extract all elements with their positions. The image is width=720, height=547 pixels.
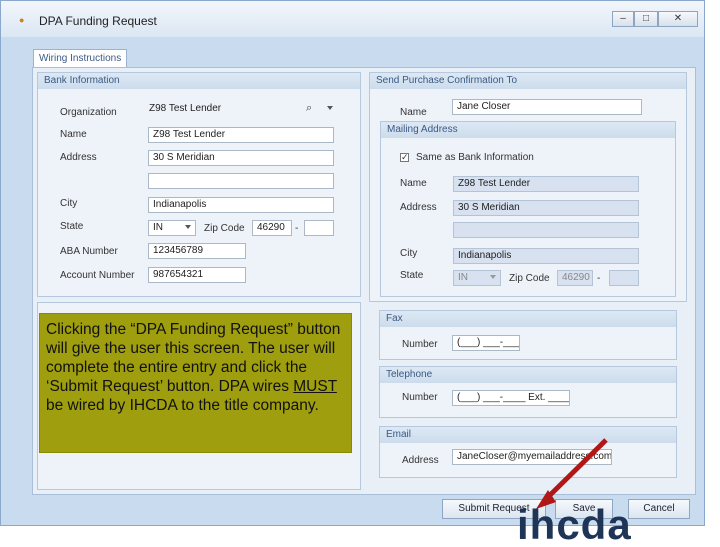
minimize-button[interactable]: – <box>612 11 634 27</box>
organization-combobox[interactable]: Z98 Test Lender ⌕ <box>144 101 338 117</box>
confirmation-name-label: Name <box>400 107 427 118</box>
email-address-input[interactable]: JaneCloser@myemailaddress.com <box>452 449 612 465</box>
bank-information-group: Bank Information Organization Z98 Test L… <box>37 72 361 297</box>
instruction-text: Clicking the “DPA Funding Request” butto… <box>46 320 345 415</box>
instruction-callout: Clicking the “DPA Funding Request” butto… <box>39 313 352 453</box>
bank-zip-input[interactable]: 46290 <box>252 220 292 236</box>
account-number-label: Account Number <box>60 270 135 281</box>
fax-number-input[interactable]: (___) ___-____ <box>452 335 520 351</box>
chevron-down-icon[interactable] <box>490 275 496 279</box>
mailing-city-input[interactable]: Indianapolis <box>453 248 639 264</box>
chevron-down-icon[interactable] <box>327 106 333 110</box>
account-number-input[interactable]: 987654321 <box>148 267 246 283</box>
fax-group: Fax Number (___) ___-____ <box>379 310 677 360</box>
city-label: City <box>60 198 78 209</box>
mailing-name-label: Name <box>400 178 427 189</box>
address-label: Address <box>60 152 97 163</box>
search-icon[interactable]: ⌕ <box>306 102 312 115</box>
bank-zip-ext-input[interactable] <box>304 220 334 236</box>
email-group: Email Address JaneCloser@myemailaddress.… <box>379 426 677 478</box>
instruction-emphasis: MUST <box>293 378 337 395</box>
organization-label: Organization <box>60 107 117 118</box>
telephone-number-label: Number <box>402 392 438 403</box>
aba-number-input[interactable]: 123456789 <box>148 243 246 259</box>
mailing-zip-input[interactable]: 46290 <box>557 270 593 286</box>
mailing-state-value: IN <box>458 272 468 283</box>
mailing-city-label: City <box>400 248 418 259</box>
email-address-label: Address <box>402 455 439 466</box>
bank-name-input[interactable]: Z98 Test Lender <box>148 127 334 143</box>
fax-number-label: Number <box>402 339 438 350</box>
purchase-confirmation-group: Send Purchase Confirmation To Name Jane … <box>369 72 687 302</box>
mailing-zip-separator: - <box>597 273 601 284</box>
mailing-zip-label: Zip Code <box>509 273 550 284</box>
bank-information-heading: Bank Information <box>38 73 360 89</box>
telephone-number-input[interactable]: (___) ___-____ Ext. _____ <box>452 390 570 406</box>
telephone-heading: Telephone <box>380 367 676 383</box>
same-as-bank-checkbox[interactable]: ✓ <box>400 153 409 162</box>
purchase-confirmation-heading: Send Purchase Confirmation To <box>370 73 686 89</box>
bank-address2-input[interactable] <box>148 173 334 189</box>
close-button[interactable]: ✕ <box>658 11 698 27</box>
same-as-bank-label: Same as Bank Information <box>416 152 534 163</box>
aba-number-label: ABA Number <box>60 246 118 257</box>
mailing-address-heading: Mailing Address <box>381 122 675 138</box>
organization-value: Z98 Test Lender <box>149 103 222 114</box>
brand-logo: ihcda <box>517 505 632 541</box>
title-bar[interactable]: ● DPA Funding Request – □ ✕ <box>1 1 704 37</box>
fax-heading: Fax <box>380 311 676 327</box>
telephone-group: Telephone Number (___) ___-____ Ext. ___… <box>379 366 677 418</box>
mailing-zip-ext-input[interactable] <box>609 270 639 286</box>
name-label: Name <box>60 129 87 140</box>
app-icon: ● <box>19 15 25 25</box>
window-title: DPA Funding Request <box>39 14 157 28</box>
mailing-state-select[interactable]: IN <box>453 270 501 286</box>
instruction-text-part2: be wired by IHCDA to the title company. <box>46 397 319 414</box>
state-label: State <box>60 221 84 232</box>
mailing-address-group: Mailing Address ✓ Same as Bank Informati… <box>380 121 676 297</box>
cancel-button[interactable]: Cancel <box>628 499 690 519</box>
mailing-address2-input[interactable] <box>453 222 639 238</box>
tab-wiring-instructions[interactable]: Wiring Instructions <box>33 49 127 67</box>
zip-separator: - <box>295 223 299 234</box>
bank-city-input[interactable]: Indianapolis <box>148 197 334 213</box>
confirmation-name-input[interactable]: Jane Closer <box>452 99 642 115</box>
mailing-address1-input[interactable]: 30 S Meridian <box>453 200 639 216</box>
maximize-button[interactable]: □ <box>634 11 658 27</box>
zip-code-label: Zip Code <box>204 223 245 234</box>
bank-state-select[interactable]: IN <box>148 220 196 236</box>
mailing-state-label: State <box>400 270 424 281</box>
bank-state-value: IN <box>153 222 163 233</box>
chevron-down-icon[interactable] <box>185 225 191 229</box>
bank-address1-input[interactable]: 30 S Meridian <box>148 150 334 166</box>
mailing-address-label: Address <box>400 202 437 213</box>
mailing-name-input[interactable]: Z98 Test Lender <box>453 176 639 192</box>
email-heading: Email <box>380 427 676 443</box>
